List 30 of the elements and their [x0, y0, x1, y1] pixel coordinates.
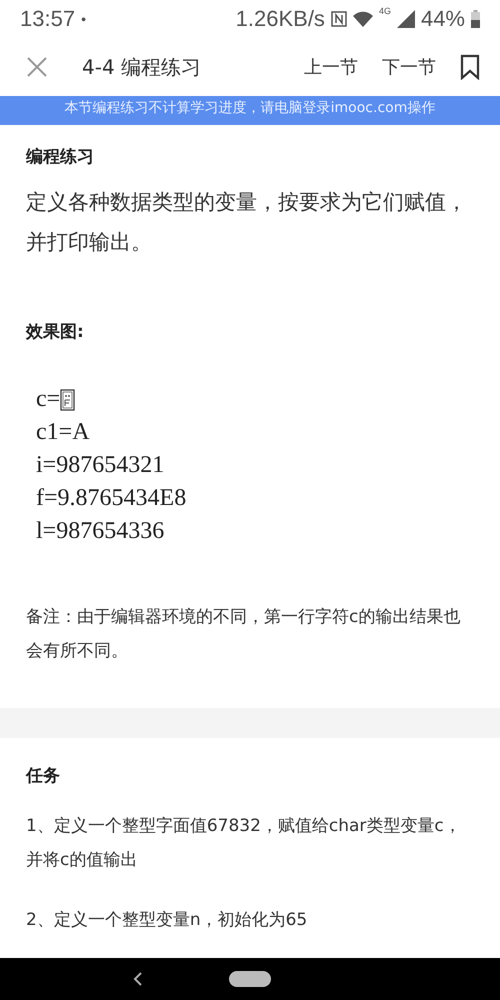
output-line: f=9.8765434E8 [36, 485, 186, 512]
output-line: l=987654336 [36, 518, 164, 545]
network-type: 4G [378, 6, 391, 16]
close-icon[interactable] [26, 56, 48, 78]
exercise-description: 定义各种数据类型的变量，按要求为它们赋值，并打印输出。 [26, 189, 468, 256]
output-line: c= [36, 386, 60, 413]
previous-section-button[interactable]: 上一节 [304, 55, 358, 79]
section-heading: 编程练习 [26, 146, 95, 168]
notification-dot: • [81, 11, 86, 27]
note-text: 备注：由于编辑器环境的不同，第一行字符c的输出结果也会有所不同。 [26, 606, 462, 663]
signal-icon [396, 10, 415, 28]
back-icon[interactable] [132, 971, 144, 987]
notice-banner: 本节编程练习不计算学习进度，请电脑登录imooc.com操作 [0, 96, 500, 125]
network-speed: 1.26KB/s [236, 6, 325, 32]
task-item: 2、定义一个整型变量n，初始化为65 [26, 909, 308, 932]
home-pill-icon[interactable] [229, 971, 271, 987]
next-section-button[interactable]: 下一节 [382, 55, 436, 79]
battery-level: 44% [420, 6, 465, 32]
output-line: i=987654321 [36, 452, 164, 479]
section-heading: 效果图: [26, 321, 85, 343]
battery-icon [471, 10, 480, 28]
section-heading: 任务 [26, 765, 61, 787]
missing-glyph-icon [60, 388, 76, 410]
bookmark-icon[interactable] [460, 54, 480, 80]
page-title: 4-4 编程练习 [82, 54, 202, 80]
nfc-icon [330, 11, 347, 27]
status-time: 13:57 [20, 6, 76, 32]
wifi-icon [352, 11, 373, 27]
output-line: c1=A [36, 419, 90, 446]
task-item: 1、定义一个整型字面值67832，赋值给char类型变量c，并将c的值输出 [26, 815, 462, 872]
